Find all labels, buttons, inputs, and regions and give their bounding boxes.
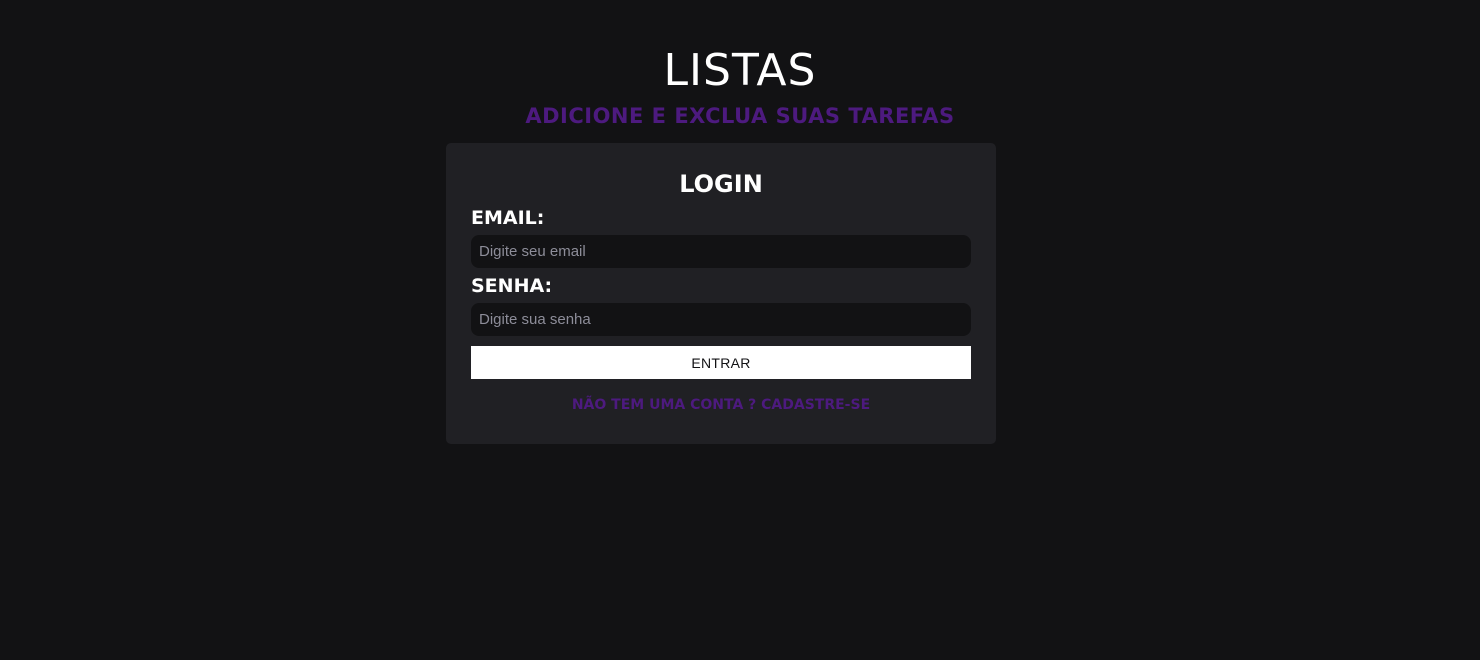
login-button[interactable]: ENTRAR: [471, 346, 971, 379]
page: LISTAS ADICIONE E EXCLUA SUAS TAREFAS LO…: [0, 0, 1480, 660]
login-title: LOGIN: [679, 170, 763, 198]
app-title: LISTAS: [663, 45, 817, 96]
password-label: SENHA:: [471, 275, 553, 297]
login-card: LOGIN EMAIL: SENHA: ENTRAR NÃO TEM UMA C…: [446, 143, 996, 444]
email-label: EMAIL:: [471, 207, 545, 229]
email-input[interactable]: [471, 235, 971, 268]
app-subtitle: ADICIONE E EXCLUA SUAS TAREFAS: [525, 104, 955, 128]
signup-link[interactable]: NÃO TEM UMA CONTA ? CADASTRE-SE: [446, 396, 996, 414]
password-input[interactable]: [471, 303, 971, 336]
